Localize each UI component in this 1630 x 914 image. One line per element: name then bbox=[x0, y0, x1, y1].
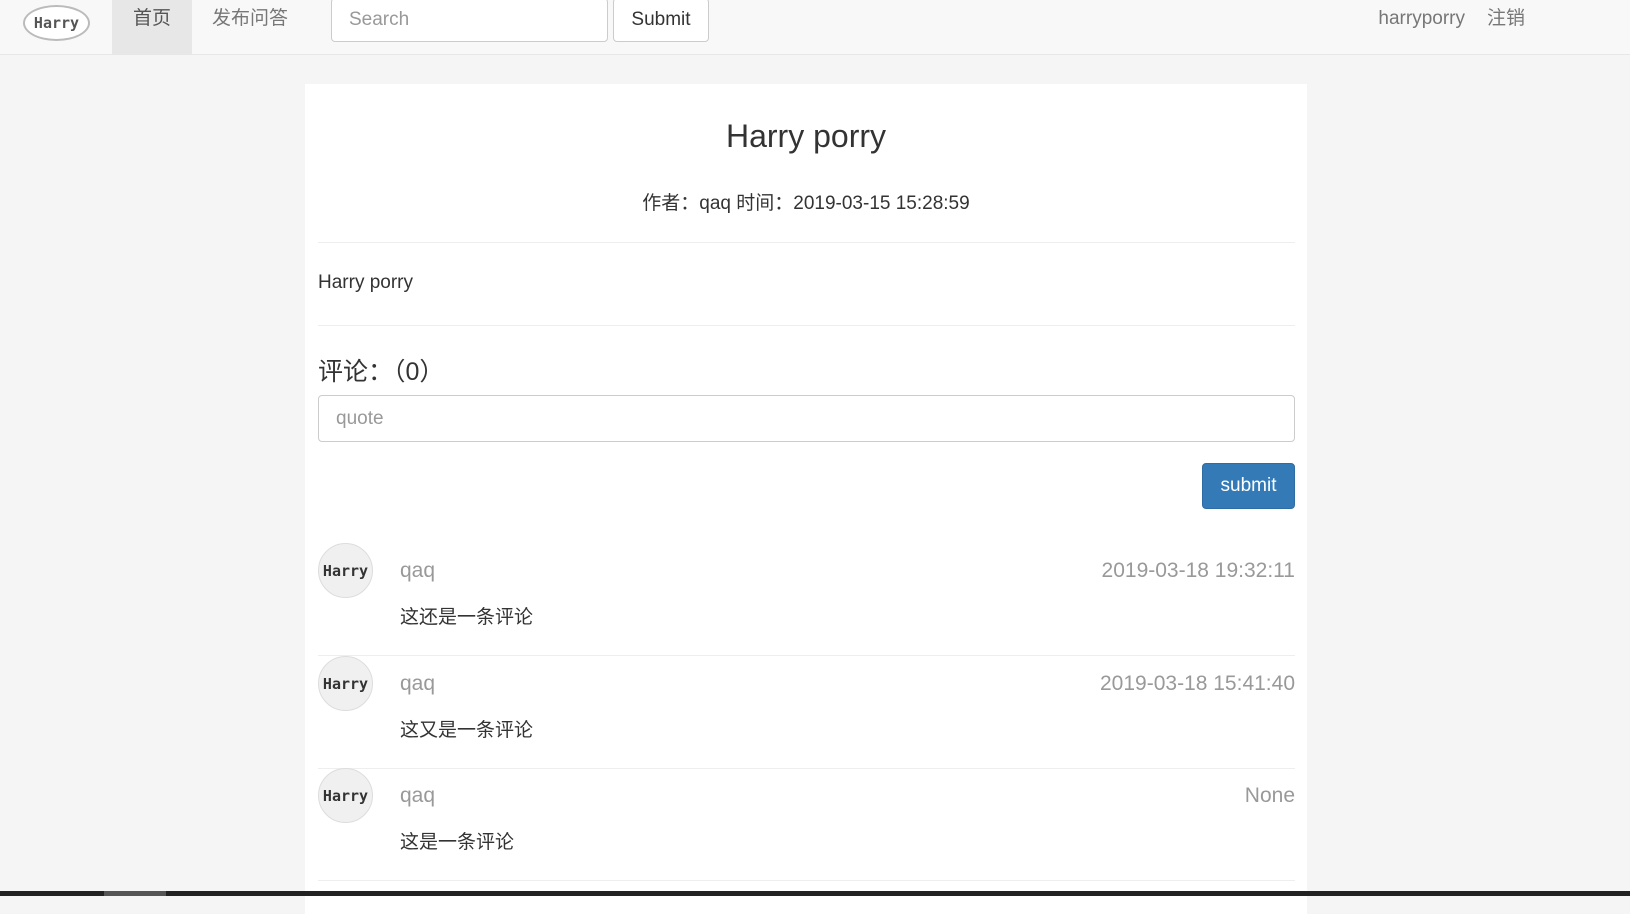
comment-time: 2019-03-18 15:41:40 bbox=[1100, 672, 1295, 695]
search-input[interactable] bbox=[331, 0, 608, 42]
scrollbar-thumb[interactable] bbox=[104, 891, 166, 896]
divider bbox=[318, 242, 1295, 243]
comment-item: Harry qaq 2019-03-18 15:41:40 这又是一条评论 bbox=[318, 656, 1295, 769]
comment-item: Harry qaq None 这是一条评论 bbox=[318, 768, 1295, 881]
comment-text: 这是一条评论 bbox=[400, 832, 515, 853]
comment-user: qaq bbox=[400, 784, 436, 807]
comment-item: Harry qaq 2019-03-18 19:32:11 这还是一条评论 bbox=[318, 543, 1295, 656]
brand-logo[interactable]: Harry bbox=[23, 5, 90, 41]
comment-user: qaq bbox=[400, 559, 436, 582]
comment-time: None bbox=[1244, 784, 1295, 807]
comment-text: 这还是一条评论 bbox=[400, 607, 534, 628]
search-submit-button[interactable]: Submit bbox=[613, 0, 709, 42]
comment-count-heading: 评论：（0） bbox=[318, 358, 445, 386]
comment-user: qaq bbox=[400, 672, 436, 695]
question-content: Harry porry bbox=[318, 272, 414, 293]
nav-username[interactable]: harryporry bbox=[1378, 0, 1465, 40]
comment-text: 这又是一条评论 bbox=[400, 720, 534, 741]
question-title: Harry porry bbox=[725, 118, 886, 154]
top-navbar: Harry 首页 发布问答 Submit harryporry 注销 bbox=[0, 0, 1630, 55]
comment-submit-button[interactable]: submit bbox=[1202, 463, 1295, 509]
question-meta: 作者：qaq 时间：2019-03-15 15:28:59 bbox=[642, 193, 970, 214]
horizontal-scrollbar[interactable] bbox=[0, 891, 1630, 896]
comment-time: 2019-03-18 19:32:11 bbox=[1101, 559, 1295, 582]
divider bbox=[318, 880, 1295, 881]
nav-home[interactable]: 首页 bbox=[112, 0, 192, 54]
divider bbox=[318, 325, 1295, 326]
avatar: Harry bbox=[318, 543, 373, 598]
avatar: Harry bbox=[318, 768, 373, 823]
comment-input[interactable] bbox=[318, 395, 1295, 442]
avatar: Harry bbox=[318, 656, 373, 711]
nav-post-question[interactable]: 发布问答 bbox=[200, 0, 300, 54]
nav-logout[interactable]: 注销 bbox=[1487, 0, 1525, 40]
